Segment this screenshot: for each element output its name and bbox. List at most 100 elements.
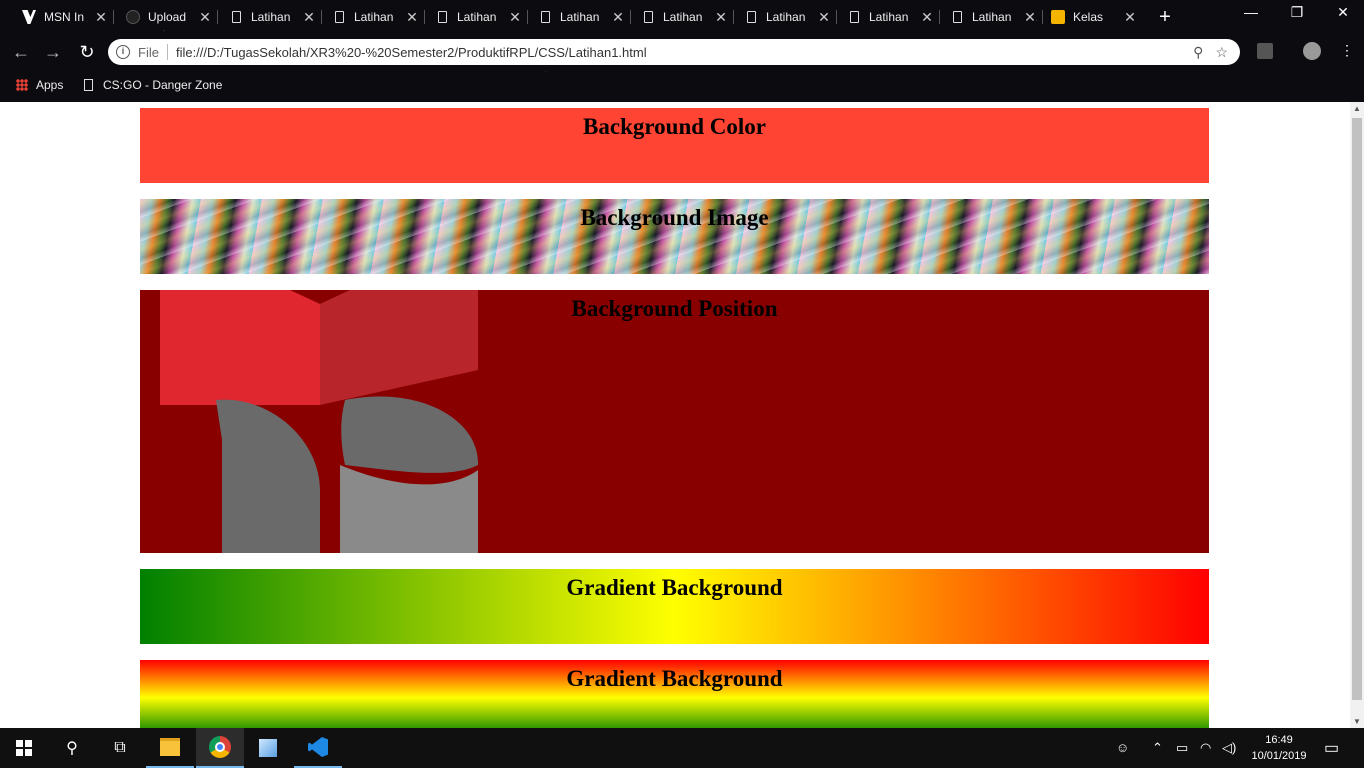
bookmarks-bar: Apps CS:GO - Danger Zone [0,70,1364,100]
section-heading: Gradient Background [566,666,783,691]
zoom-icon[interactable]: ⚲ [1193,44,1203,61]
volume-icon[interactable]: ◁) [1222,740,1236,756]
section-gradient-horizontal: Gradient Background [140,569,1209,644]
bookmark-apps[interactable]: Apps [16,78,63,92]
forward-icon[interactable]: → [42,42,64,63]
people-icon[interactable]: ☺ [1116,740,1129,755]
section-heading: Gradient Background [566,575,783,600]
taskbar: ⚲ ⧉ ☺ ⌃ ▭ ◠ ◁) 16:49 10/01/2019 ▭ [0,728,1364,768]
info-icon[interactable]: i [116,45,130,59]
close-icon[interactable]: ✕ [817,9,831,26]
vscode-icon[interactable] [294,728,342,768]
tab-latihan[interactable]: Latihan ✕ [325,6,425,28]
toolbar: ← → ↻ i File file:///D:/TugasSekolah/XR3… [0,34,1364,70]
search-icon[interactable]: ⚲ [48,728,96,768]
new-tab-button[interactable]: + [1156,6,1174,29]
close-icon[interactable]: ✕ [611,9,625,26]
scroll-down-icon[interactable]: ▼ [1353,717,1361,726]
page-icon [335,11,344,23]
tab-latihan[interactable]: Latihan ✕ [222,6,322,28]
bookmark-label: Apps [36,78,64,92]
page-icon [747,11,756,23]
section-background-image: Background Image [140,199,1209,274]
chevron-up-icon[interactable]: ⌃ [1152,740,1163,756]
clock-date: 10/01/2019 [1251,750,1307,762]
logo-image [160,290,479,553]
bookmark-csgo[interactable]: CS:GO - Danger Zone [84,78,222,92]
section-heading: Background Image [580,205,769,230]
close-icon[interactable]: ✕ [94,9,108,26]
msn-icon [22,10,36,24]
page-icon [84,79,93,91]
tab-label: Latihan [560,10,600,24]
restore-icon[interactable]: ❐ [1282,4,1312,21]
wifi-icon[interactable]: ◠ [1200,740,1211,756]
tab-upload[interactable]: Upload ✕ [118,6,218,28]
page-content: Background Color Background Image Backgr… [0,102,1350,728]
close-icon[interactable]: ✕ [1023,9,1037,26]
scrollbar-thumb[interactable] [1352,118,1362,700]
tab-label: Latihan [251,10,291,24]
tab-strip: MSN In ✕ Upload ✕ Latihan ✕ Latihan ✕ La… [0,0,1364,34]
menu-icon[interactable]: ⋮ [1340,42,1354,58]
close-icon[interactable]: ✕ [714,9,728,26]
tab-label: Kelas [1073,10,1104,24]
bookmark-label: CS:GO - Danger Zone [103,78,223,92]
notifications-icon[interactable]: ▭ [1324,738,1339,758]
tab-latihan[interactable]: Latihan ✕ [737,6,837,28]
apps-icon [16,79,28,91]
tab-label: Latihan [972,10,1012,24]
page-icon [644,11,653,23]
task-view-icon[interactable]: ⧉ [96,728,144,768]
file-explorer-icon[interactable] [146,728,194,768]
section-gradient-vertical: Gradient Background [140,660,1209,728]
reload-icon[interactable]: ↻ [76,42,98,63]
url-text[interactable]: file:///D:/TugasSekolah/XR3%20-%20Semest… [176,45,1193,60]
vertical-scrollbar[interactable]: ▲ ▼ [1350,102,1364,728]
close-icon[interactable]: ✕ [920,9,934,26]
tab-latihan[interactable]: Latihan ✕ [840,6,940,28]
tab-label: Latihan [354,10,394,24]
profile-avatar[interactable] [1303,42,1321,60]
tab-kelas[interactable]: Kelas ✕ [1043,6,1143,28]
battery-icon[interactable]: ▭ [1176,740,1188,756]
tab-label: MSN In [44,10,85,24]
close-icon[interactable]: ✕ [198,9,212,26]
page-icon [438,11,447,23]
minimize-icon[interactable]: — [1236,4,1266,20]
window-close-icon[interactable]: ✕ [1328,4,1358,21]
section-background-color: Background Color [140,108,1209,183]
extension-icon[interactable] [1257,43,1273,59]
section-heading: Background Color [583,114,766,139]
classroom-icon [1051,10,1065,24]
tab-label: Latihan [457,10,497,24]
tab-latihan[interactable]: Latihan ✕ [531,6,631,28]
tab-msn[interactable]: MSN In ✕ [14,6,114,28]
back-icon[interactable]: ← [10,42,32,63]
bookmark-star-icon[interactable]: ☆ [1215,44,1228,61]
browser-chrome: MSN In ✕ Upload ✕ Latihan ✕ Latihan ✕ La… [0,0,1364,102]
page-icon [850,11,859,23]
windows-start-icon[interactable] [0,728,48,768]
app-cube-icon[interactable] [244,728,292,768]
tab-label: Upload [148,10,187,24]
github-icon [126,10,140,24]
tab-label: Latihan [663,10,703,24]
section-heading: Background Position [571,296,778,321]
scroll-up-icon[interactable]: ▲ [1353,104,1361,113]
tab-label: Latihan [766,10,806,24]
tab-latihan[interactable]: Latihan ✕ [943,6,1043,28]
tab-latihan[interactable]: Latihan ✕ [428,6,528,28]
tab-latihan[interactable]: Latihan ✕ [634,6,734,28]
clock-time: 16:49 [1265,734,1293,746]
tab-label: Latihan [869,10,909,24]
close-icon[interactable]: ✕ [302,9,316,26]
system-clock[interactable]: 16:49 10/01/2019 [1244,732,1314,764]
address-bar[interactable]: i File file:///D:/TugasSekolah/XR3%20-%2… [108,39,1240,65]
close-icon[interactable]: ✕ [508,9,522,26]
page-icon [953,11,962,23]
close-icon[interactable]: ✕ [1123,9,1137,26]
close-icon[interactable]: ✕ [405,9,419,26]
chrome-icon[interactable] [196,728,244,768]
scheme-label: File [138,44,159,60]
